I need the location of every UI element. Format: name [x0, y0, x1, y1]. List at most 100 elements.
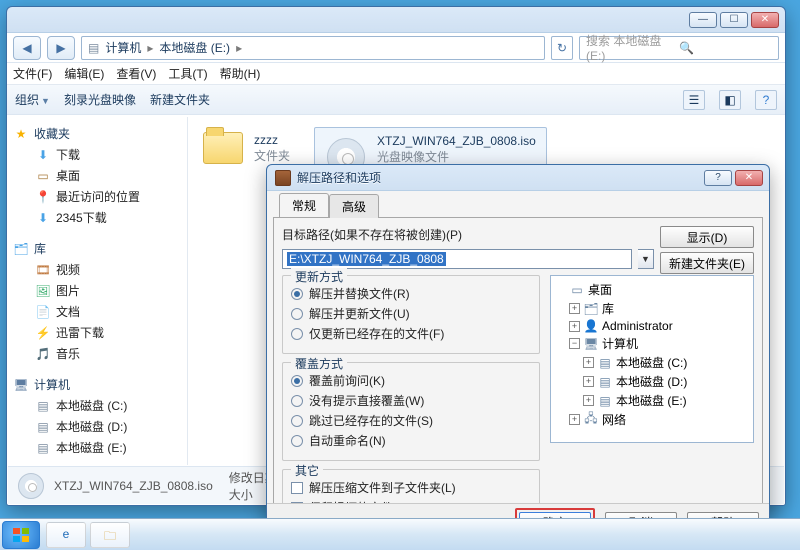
- menu-file[interactable]: 文件(F): [13, 65, 52, 82]
- expand-icon[interactable]: +: [569, 303, 580, 314]
- toolbar-burn-image[interactable]: 刻录光盘映像: [64, 91, 136, 108]
- collapse-icon[interactable]: −: [569, 338, 580, 349]
- menu-edit[interactable]: 编辑(E): [64, 65, 104, 82]
- nav-drive-c[interactable]: ▤本地磁盘 (C:): [12, 395, 183, 416]
- tree-node-admin[interactable]: +👤Administrator: [555, 318, 749, 334]
- nav-desktop[interactable]: ▭桌面: [12, 165, 183, 186]
- explorer-maximize-button[interactable]: ☐: [720, 12, 748, 28]
- expand-icon[interactable]: +: [583, 395, 594, 406]
- breadcrumb-part[interactable]: 本地磁盘 (E:): [159, 39, 230, 56]
- breadcrumb-part[interactable]: 计算机: [105, 39, 141, 56]
- desktop-icon: ▭: [36, 169, 50, 183]
- taskbar-pinned-ie[interactable]: e: [46, 522, 86, 548]
- nav-forward-button[interactable]: ▶: [47, 36, 75, 60]
- toolbar-new-folder[interactable]: 新建文件夹: [150, 91, 210, 108]
- show-button[interactable]: 显示(D): [660, 226, 754, 248]
- nav-libraries[interactable]: 🗂库: [14, 240, 183, 257]
- nav-recent[interactable]: 📍最近访问的位置: [12, 186, 183, 207]
- dialog-help-button[interactable]: ?: [704, 170, 732, 186]
- help-icon: ?: [715, 173, 721, 183]
- folder-icon: 🗀: [104, 529, 116, 543]
- tree-node-drive-c[interactable]: +▤本地磁盘 (C:): [555, 353, 749, 372]
- toolbar-view-button[interactable]: ☰: [683, 90, 705, 110]
- destination-label: 目标路径(如果不存在将被创建)(P): [282, 226, 462, 243]
- expand-icon[interactable]: +: [583, 376, 594, 387]
- nav-back-button[interactable]: ◀: [13, 36, 41, 60]
- explorer-titlebar[interactable]: — ☐ ✕: [7, 7, 785, 33]
- folder-tree[interactable]: ▭桌面 +🗂库 +👤Administrator −🖥计算机 +▤本地磁盘 (C:…: [550, 275, 754, 443]
- misc-opt-subfolder[interactable]: 解压压缩文件到子文件夹(L): [291, 479, 531, 496]
- chevron-right-icon: ▸: [147, 41, 153, 55]
- tree-node-drive-d[interactable]: +▤本地磁盘 (D:): [555, 372, 749, 391]
- expand-icon[interactable]: +: [569, 321, 580, 332]
- tree-node-computer[interactable]: −🖥计算机: [555, 334, 749, 353]
- expand-icon[interactable]: +: [583, 357, 594, 368]
- tab-general[interactable]: 常规: [279, 193, 329, 217]
- radio-icon: [291, 415, 303, 427]
- radio-icon: [291, 328, 303, 340]
- dialog-titlebar[interactable]: 解压路径和选项 ? ✕: [267, 165, 769, 191]
- address-refresh-button[interactable]: ↻: [551, 36, 573, 60]
- nav-music[interactable]: 🎵音乐: [12, 343, 183, 364]
- menu-help[interactable]: 帮助(H): [220, 65, 261, 82]
- update-opt-freshen[interactable]: 仅更新已经存在的文件(F): [291, 325, 531, 342]
- overwrite-opt-skip[interactable]: 跳过已经存在的文件(S): [291, 412, 531, 429]
- tab-advanced[interactable]: 高级: [329, 194, 379, 218]
- toolbar-organize[interactable]: 组织▼: [15, 91, 50, 108]
- nav-2345dl[interactable]: ⬇2345下载: [12, 207, 183, 228]
- destination-input[interactable]: E:\XTZJ_WIN764_ZJB_0808: [282, 249, 632, 269]
- explorer-search-input[interactable]: 搜索 本地磁盘 (E:) 🔍: [579, 36, 779, 60]
- start-button[interactable]: [2, 521, 40, 549]
- drive-icon: ▤: [598, 394, 612, 408]
- nav-drive-d[interactable]: ▤本地磁盘 (D:): [12, 416, 183, 437]
- nav-xunlei[interactable]: ⚡迅雷下载: [12, 322, 183, 343]
- toolbar-preview-pane-button[interactable]: ◧: [719, 90, 741, 110]
- new-folder-button[interactable]: 新建文件夹(E): [660, 252, 754, 274]
- taskbar[interactable]: e 🗀: [0, 518, 800, 550]
- tree-node-drive-e[interactable]: +▤本地磁盘 (E:): [555, 391, 749, 410]
- picture-icon: 🖼: [36, 284, 50, 298]
- ie-icon: e: [63, 527, 70, 541]
- overwrite-opt-noask[interactable]: 没有提示直接覆盖(W): [291, 392, 531, 409]
- menu-view[interactable]: 查看(V): [116, 65, 156, 82]
- computer-icon: 🖥: [584, 337, 598, 351]
- dialog-tabs: 常规 高级: [273, 195, 763, 217]
- drive-icon: ▤: [88, 41, 99, 55]
- nav-favorites[interactable]: ★收藏夹: [14, 125, 183, 142]
- radio-icon: [291, 308, 303, 320]
- destination-dropdown-button[interactable]: ▼: [638, 249, 654, 269]
- tree-node-network[interactable]: +🖧网络: [555, 410, 749, 429]
- nav-computer[interactable]: 🖥计算机: [14, 376, 183, 393]
- update-opt-update[interactable]: 解压并更新文件(U): [291, 305, 531, 322]
- explorer-close-button[interactable]: ✕: [751, 12, 779, 28]
- tree-node-desktop[interactable]: ▭桌面: [555, 280, 749, 299]
- tree-node-libraries[interactable]: +🗂库: [555, 299, 749, 318]
- search-placeholder: 搜索 本地磁盘 (E:): [586, 32, 679, 63]
- explorer-address-row: ◀ ▶ ▤ 计算机 ▸ 本地磁盘 (E:) ▸ ↻ 搜索 本地磁盘 (E:) 🔍: [7, 33, 785, 63]
- explorer-minimize-button[interactable]: —: [689, 12, 717, 28]
- taskbar-pinned-explorer[interactable]: 🗀: [90, 522, 130, 548]
- iso-file-name: XTZJ_WIN764_ZJB_0808.iso: [377, 134, 536, 148]
- update-opt-replace[interactable]: 解压并替换文件(R): [291, 285, 531, 302]
- overwrite-opt-rename[interactable]: 自动重命名(N): [291, 432, 531, 449]
- overwrite-opt-ask[interactable]: 覆盖前询问(K): [291, 372, 531, 389]
- radio-checked-icon: [291, 375, 303, 387]
- radio-icon: [291, 435, 303, 447]
- music-icon: 🎵: [36, 347, 50, 361]
- address-bar[interactable]: ▤ 计算机 ▸ 本地磁盘 (E:) ▸: [81, 36, 545, 60]
- nav-pictures[interactable]: 🖼图片: [12, 280, 183, 301]
- chevron-right-icon: ▸: [236, 41, 242, 55]
- status-filename: XTZJ_WIN764_ZJB_0808.iso: [54, 479, 213, 493]
- nav-documents[interactable]: 📄文档: [12, 301, 183, 322]
- dialog-close-button[interactable]: ✕: [735, 170, 763, 186]
- folder-item[interactable]: zzzz 文件夹: [202, 127, 290, 169]
- recent-icon: 📍: [36, 190, 50, 204]
- menu-tools[interactable]: 工具(T): [168, 65, 207, 82]
- nav-videos[interactable]: 🎞视频: [12, 259, 183, 280]
- tab-panel-general: 目标路径(如果不存在将被创建)(P) E:\XTZJ_WIN764_ZJB_08…: [273, 217, 763, 550]
- toolbar-help-button[interactable]: ?: [755, 90, 777, 110]
- drive-icon: ▤: [36, 399, 50, 413]
- nav-drive-e[interactable]: ▤本地磁盘 (E:): [12, 437, 183, 458]
- nav-downloads[interactable]: ⬇下载: [12, 144, 183, 165]
- expand-icon[interactable]: +: [569, 414, 580, 425]
